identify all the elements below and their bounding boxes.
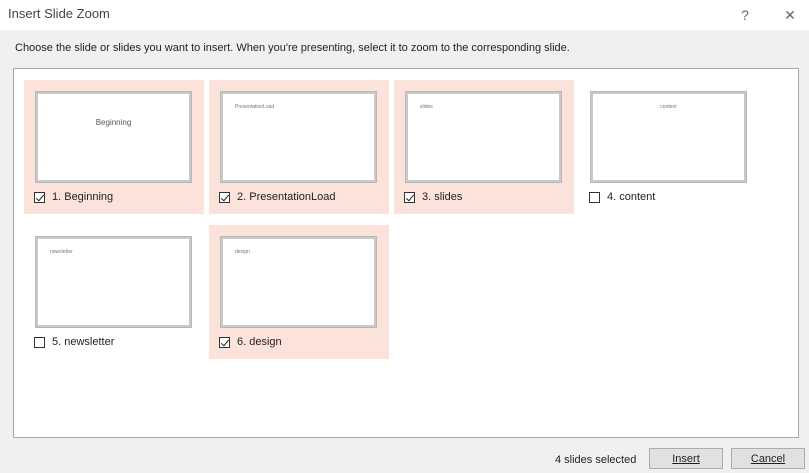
checkbox-3[interactable]	[404, 191, 415, 203]
dialog-title: Insert Slide Zoom	[8, 6, 110, 21]
slide-label-2: 2. PresentationLoad	[237, 191, 336, 203]
slide-checkbox-row-2[interactable]: 2. PresentationLoad	[219, 191, 335, 203]
insert-slide-zoom-dialog: Insert Slide Zoom ? ✕ Choose the slide o…	[0, 0, 809, 473]
slide-label-5: 5. newsletter	[52, 336, 115, 348]
slide-thumbnail-5[interactable]: newsletter	[35, 236, 192, 328]
selection-status: 4 slides selected	[555, 454, 637, 466]
slide-label-4: 4. content	[607, 191, 656, 203]
slide-tile-4[interactable]: content 4. content	[579, 80, 759, 214]
help-icon[interactable]: ?	[728, 2, 762, 28]
thumbnail-text-2: PresentationLoad	[235, 104, 275, 110]
thumbnail-text-6: design	[235, 249, 250, 255]
slide-tile-6[interactable]: design 6. design	[209, 225, 389, 359]
checkbox-1[interactable]	[34, 191, 45, 203]
slide-thumbnail-4[interactable]: content	[590, 91, 747, 183]
slide-thumbnail-1[interactable]: Beginning	[35, 91, 192, 183]
slide-checkbox-row-5[interactable]: 5. newsletter	[34, 336, 114, 348]
insert-button[interactable]: Insert	[649, 448, 723, 469]
slide-checkbox-row-4[interactable]: 4. content	[589, 191, 655, 203]
thumbnail-text-5: newsletter	[50, 249, 73, 255]
slide-tile-3[interactable]: slides 3. slides	[394, 80, 574, 214]
close-icon[interactable]: ✕	[773, 2, 807, 28]
instruction-text: Choose the slide or slides you want to i…	[15, 42, 570, 54]
checkbox-2[interactable]	[219, 191, 230, 203]
slide-tile-2[interactable]: PresentationLoad 2. PresentationLoad	[209, 80, 389, 214]
slide-tile-1[interactable]: Beginning 1. Beginning	[24, 80, 204, 214]
slide-thumbnail-2[interactable]: PresentationLoad	[220, 91, 377, 183]
thumbnail-text-1: Beginning	[95, 118, 132, 127]
checkbox-4[interactable]	[589, 191, 600, 203]
checkbox-5[interactable]	[34, 336, 45, 348]
slide-label-1: 1. Beginning	[52, 191, 114, 203]
slide-thumbnail-6[interactable]: design	[220, 236, 377, 328]
title-bar: Insert Slide Zoom ? ✕	[0, 0, 809, 30]
slide-gallery: Beginning 1. Beginning PresentationLoad …	[13, 68, 799, 438]
slide-checkbox-row-3[interactable]: 3. slides	[404, 191, 462, 203]
slide-label-3: 3. slides	[422, 191, 463, 203]
slide-checkbox-row-6[interactable]: 6. design	[219, 336, 282, 348]
slide-checkbox-row-1[interactable]: 1. Beginning	[34, 191, 113, 203]
thumbnail-text-3: slides	[420, 104, 433, 110]
slide-thumbnail-3[interactable]: slides	[405, 91, 562, 183]
thumbnail-text-4: content	[660, 104, 677, 110]
slide-tile-5[interactable]: newsletter 5. newsletter	[24, 225, 204, 359]
checkbox-6[interactable]	[219, 336, 230, 348]
slide-label-6: 6. design	[237, 336, 282, 348]
cancel-button[interactable]: Cancel	[731, 448, 805, 469]
